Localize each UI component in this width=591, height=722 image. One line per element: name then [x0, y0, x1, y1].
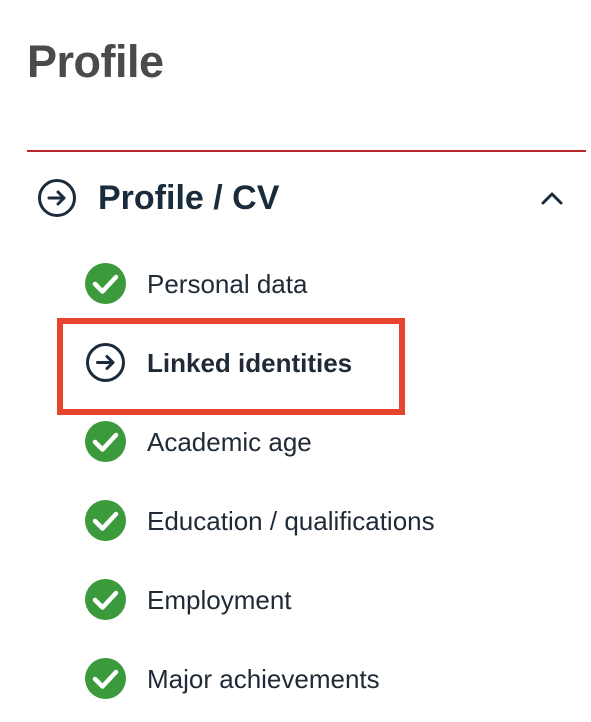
divider — [27, 150, 586, 152]
nav-item-label: Personal data — [147, 268, 308, 299]
nav-item-academic-age[interactable]: Academic age — [85, 402, 435, 481]
nav-item-linked-identities[interactable]: Linked identities — [85, 323, 435, 402]
chevron-up-icon[interactable] — [540, 190, 564, 206]
nav-item-personal-data[interactable]: Personal data — [85, 244, 435, 323]
nav-item-major-achievements[interactable]: Major achievements — [85, 639, 435, 718]
check-circle-icon — [85, 500, 126, 541]
arrow-right-circle-icon — [38, 179, 76, 217]
section-title: Profile / CV — [98, 179, 280, 217]
check-circle-icon — [85, 421, 126, 462]
nav-item-label: Education / qualifications — [147, 505, 435, 536]
nav-item-education-qualifications[interactable]: Education / qualifications — [85, 481, 435, 560]
check-circle-icon — [85, 658, 126, 699]
arrow-right-circle-icon — [86, 343, 125, 382]
section-header-profile-cv[interactable]: Profile / CV — [37, 172, 570, 224]
check-circle-icon — [85, 263, 126, 304]
check-circle-icon — [85, 579, 126, 620]
nav-item-label: Major achievements — [147, 663, 380, 694]
nav-item-employment[interactable]: Employment — [85, 560, 435, 639]
nav-item-label: Academic age — [147, 426, 312, 457]
page-title: Profile — [27, 36, 164, 87]
nav-item-label: Employment — [147, 584, 292, 615]
nav-item-label: Linked identities — [147, 347, 353, 378]
profile-nav-list: Personal data Linked identities Academic… — [85, 244, 435, 718]
